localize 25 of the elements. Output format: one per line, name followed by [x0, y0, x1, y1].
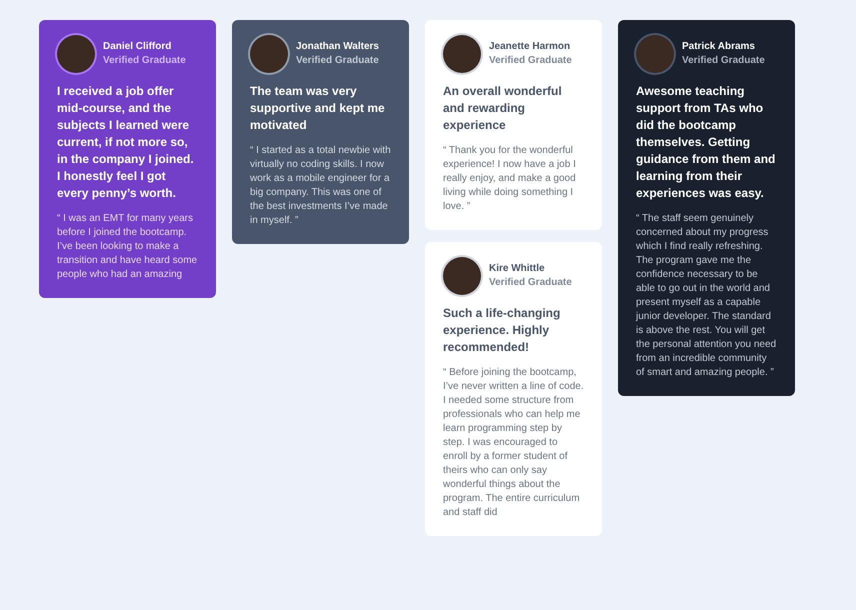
- person-role: Verified Graduate: [103, 54, 186, 68]
- person-role: Verified Graduate: [296, 54, 379, 68]
- avatar-photo-placeholder: [443, 257, 481, 295]
- person-role: Verified Graduate: [682, 54, 765, 68]
- testimonial-quote: “ I was an EMT for many years before I joined the bootcamp. I’ve been looking to make a transition and have heard some people who had an amazing: [57, 212, 198, 282]
- testimonial-headline: I received a job offer mid-course, and the subjects I learned were current, if not more so, in the company I joined. I honestly feel I got every penny’s worth.: [57, 83, 195, 202]
- person-name: Patrick Abrams: [682, 40, 756, 54]
- testimonial-quote: “ I started as a total newbie with virtually no coding skills. I now work as a mobile engineer for a big company. This was one of the best investments I’ve made in myself. ”: [250, 144, 391, 228]
- testimonial-quote: “ Thank you for the wonderful experience! I now have a job I really enjoy, and make a good living while doing something I love. ”: [443, 144, 577, 214]
- avatar-photo-placeholder: [443, 35, 481, 73]
- testimonial-headline: Such a life-changing experience. Highly recommended!: [443, 305, 562, 356]
- testimonial-quote: “ Before joining the bootcamp, I’ve never written a line of code. I needed some structure from professionals who can help me learn programming step by step. I was encouraged to enroll by a former student of theirs who can only say wonderful things about the program. The entire curriculum and staff did: [443, 366, 584, 520]
- person-name: Daniel Clifford: [103, 40, 172, 54]
- testimonial-quote: “ The staff seem genuinely concerned about my progress which I find really refreshing. The program gave me the confidence necessary to be able to go out in the world and present myself as a capable junior developer. The standard is above the rest. You will get the personal attention you need from an incredible community of smart and amazing people. ”: [636, 212, 777, 380]
- testimonial-headline: Awesome teaching support from TAs who did the bootcamp themselves. Getting guidance from them and learning from their experiences was easy.: [636, 83, 776, 202]
- testimonial-headline: The team was very supportive and kept me motivated: [250, 83, 386, 134]
- person-name: Jonathan Walters: [296, 40, 379, 54]
- avatar-photo-placeholder: [636, 35, 674, 73]
- person-name: Kire Whittle: [489, 262, 546, 276]
- avatar-photo-placeholder: [250, 35, 288, 73]
- avatar-photo-placeholder: [57, 35, 95, 73]
- person-role: Verified Graduate: [489, 276, 572, 290]
- testimonial-headline: An overall wonderful and rewarding experience: [443, 83, 563, 134]
- person-name: Jeanette Harmon: [489, 40, 572, 54]
- person-role: Verified Graduate: [489, 54, 572, 68]
